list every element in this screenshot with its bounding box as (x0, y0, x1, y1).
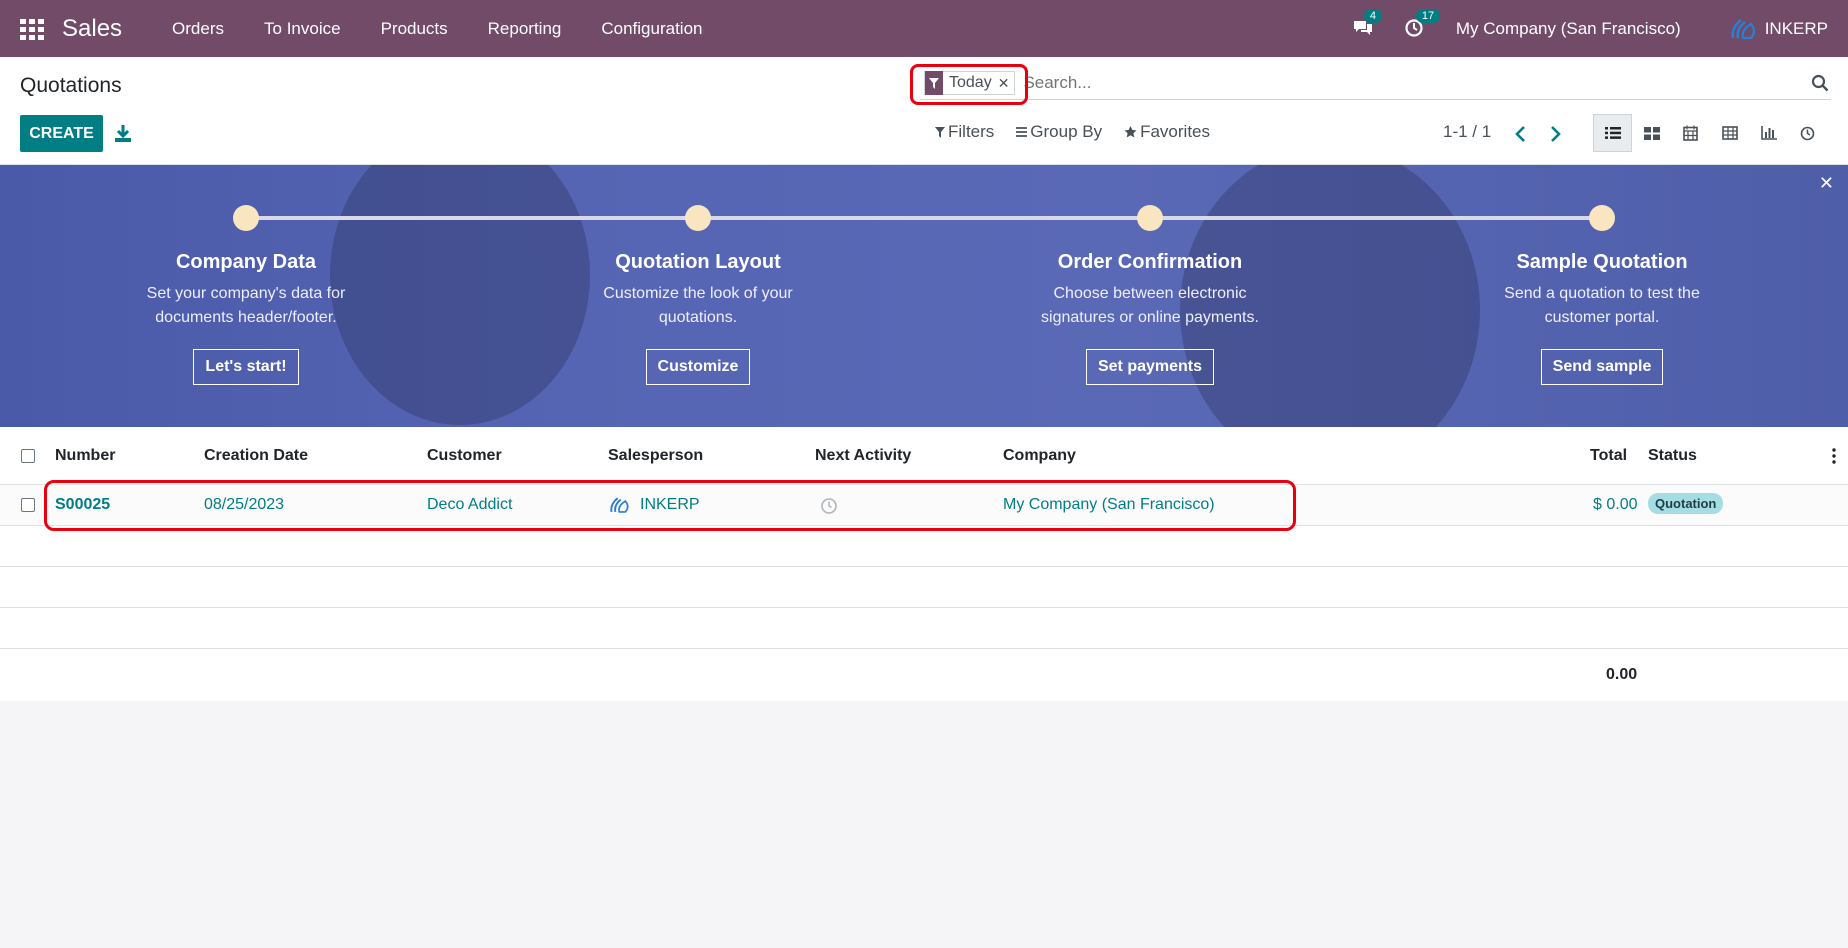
pivot-view-icon (1721, 126, 1738, 140)
column-number[interactable]: Number (55, 447, 115, 465)
annotation-highlight-facet (910, 64, 1028, 105)
step-title: Quotation Layout (615, 251, 781, 273)
quotations-list: Number Creation Date Customer Salesperso… (0, 427, 1848, 701)
search-input[interactable] (1023, 73, 1784, 93)
step-dot (1589, 205, 1615, 231)
steps-progress-line (245, 216, 1601, 220)
clock-icon (1800, 126, 1815, 140)
cell-total: $ 0.00 (1593, 496, 1638, 513)
cell-status: Quotation (1648, 493, 1724, 514)
calendar-view-button[interactable] (1671, 114, 1710, 152)
step-dot (1137, 205, 1163, 231)
bars-icon (1016, 127, 1028, 137)
pivot-view-button[interactable] (1710, 114, 1749, 152)
step-company-data: Company Data Set your company's data for… (96, 205, 396, 385)
lets-start-button[interactable]: Let's start! (193, 349, 299, 385)
favorites-label: Favorites (1140, 122, 1211, 141)
empty-row (0, 567, 1848, 608)
page-title: Quotations (20, 74, 122, 97)
step-title: Company Data (175, 251, 317, 273)
set-payments-button[interactable]: Set payments (1085, 349, 1215, 385)
list-footer: 0.00 (0, 649, 1848, 701)
download-icon[interactable] (112, 121, 134, 145)
calendar-view-icon (1683, 125, 1698, 141)
list-view-icon (1604, 127, 1621, 139)
groupby-label: Group By (1030, 122, 1103, 141)
row-checkbox[interactable] (21, 498, 35, 512)
filters-dropdown[interactable]: Filters (935, 122, 994, 142)
apps-menu-icon[interactable] (20, 18, 44, 40)
column-company[interactable]: Company (1003, 447, 1076, 465)
step-description: Choose between electronic signatures or o… (1041, 285, 1259, 326)
messages-button[interactable]: 4 (1352, 8, 1382, 40)
filter-icon (935, 126, 945, 138)
star-icon (1124, 126, 1137, 138)
filters-label: Filters (948, 122, 995, 141)
customize-button[interactable]: Customize (645, 349, 751, 385)
empty-row (0, 526, 1848, 567)
top-navbar: Sales Orders To Invoice Products Reporti… (0, 0, 1848, 57)
view-switcher (1593, 114, 1827, 152)
messages-count-badge: 4 (1363, 8, 1382, 23)
pager-next-icon[interactable] (1548, 125, 1562, 143)
step-quotation-layout: Quotation Layout Customize the look of y… (548, 205, 848, 385)
list-view-button[interactable] (1593, 114, 1632, 152)
step-description: Customize the look of your quotations. (603, 285, 793, 326)
pager-value[interactable]: 1-1 / 1 (1443, 122, 1491, 142)
step-dot (233, 205, 259, 231)
column-next-activity[interactable]: Next Activity (815, 447, 911, 465)
select-all-checkbox[interactable] (21, 449, 35, 463)
column-total[interactable]: Total (1590, 447, 1627, 465)
app-name[interactable]: Sales (62, 15, 122, 43)
user-avatar-icon[interactable] (1729, 16, 1759, 42)
step-title: Order Confirmation (1057, 251, 1243, 273)
menu-configuration[interactable]: Configuration (581, 19, 722, 39)
step-sample-quotation: Sample Quotation Send a quotation to tes… (1452, 205, 1752, 385)
column-status[interactable]: Status (1648, 447, 1697, 465)
menu-products[interactable]: Products (361, 19, 468, 39)
footer-total: 0.00 (1606, 666, 1638, 683)
control-panel: Quotations CREATE Today ✕ Filters Group … (0, 57, 1848, 165)
activity-view-button[interactable] (1788, 114, 1827, 152)
favorites-dropdown[interactable]: Favorites (1124, 122, 1210, 142)
empty-row (0, 608, 1848, 649)
pager-previous-icon[interactable] (1514, 125, 1528, 143)
kanban-view-button[interactable] (1632, 114, 1671, 152)
column-salesperson[interactable]: Salesperson (608, 447, 703, 465)
step-order-confirmation: Order Confirmation Choose between electr… (1000, 205, 1300, 385)
annotation-highlight-row (44, 480, 1296, 531)
groupby-dropdown[interactable]: Group By (1016, 122, 1102, 142)
column-creation-date[interactable]: Creation Date (204, 447, 308, 465)
search-icon[interactable] (1811, 74, 1829, 92)
activities-count-badge: 17 (1415, 8, 1441, 23)
step-description: Send a quotation to test the customer por… (1504, 285, 1700, 326)
company-switcher[interactable]: My Company (San Francisco) (1456, 19, 1681, 39)
search-bar: Today ✕ (920, 67, 1831, 100)
onboarding-banner: ✕ Company Data Set your company's data f… (0, 165, 1848, 427)
graph-view-icon (1760, 126, 1777, 140)
step-description: Set your company's data for documents hea… (146, 285, 346, 326)
optional-columns-icon[interactable] (1832, 448, 1836, 464)
list-header: Number Creation Date Customer Salesperso… (0, 427, 1848, 485)
step-title: Sample Quotation (1516, 251, 1688, 273)
activities-button[interactable]: 17 (1404, 8, 1441, 40)
graph-view-button[interactable] (1749, 114, 1788, 152)
close-icon[interactable]: ✕ (1819, 173, 1834, 194)
menu-orders[interactable]: Orders (152, 19, 244, 39)
user-menu[interactable]: INKERP (1765, 19, 1828, 39)
menu-to-invoice[interactable]: To Invoice (244, 19, 361, 39)
menu-reporting[interactable]: Reporting (468, 19, 582, 39)
search-options: Filters Group By Favorites (935, 122, 1232, 142)
column-customer[interactable]: Customer (427, 447, 502, 465)
step-dot (685, 205, 711, 231)
status-badge: Quotation (1648, 493, 1724, 514)
kanban-view-icon (1643, 126, 1660, 140)
send-sample-button[interactable]: Send sample (1540, 349, 1664, 385)
create-button[interactable]: CREATE (20, 115, 103, 152)
